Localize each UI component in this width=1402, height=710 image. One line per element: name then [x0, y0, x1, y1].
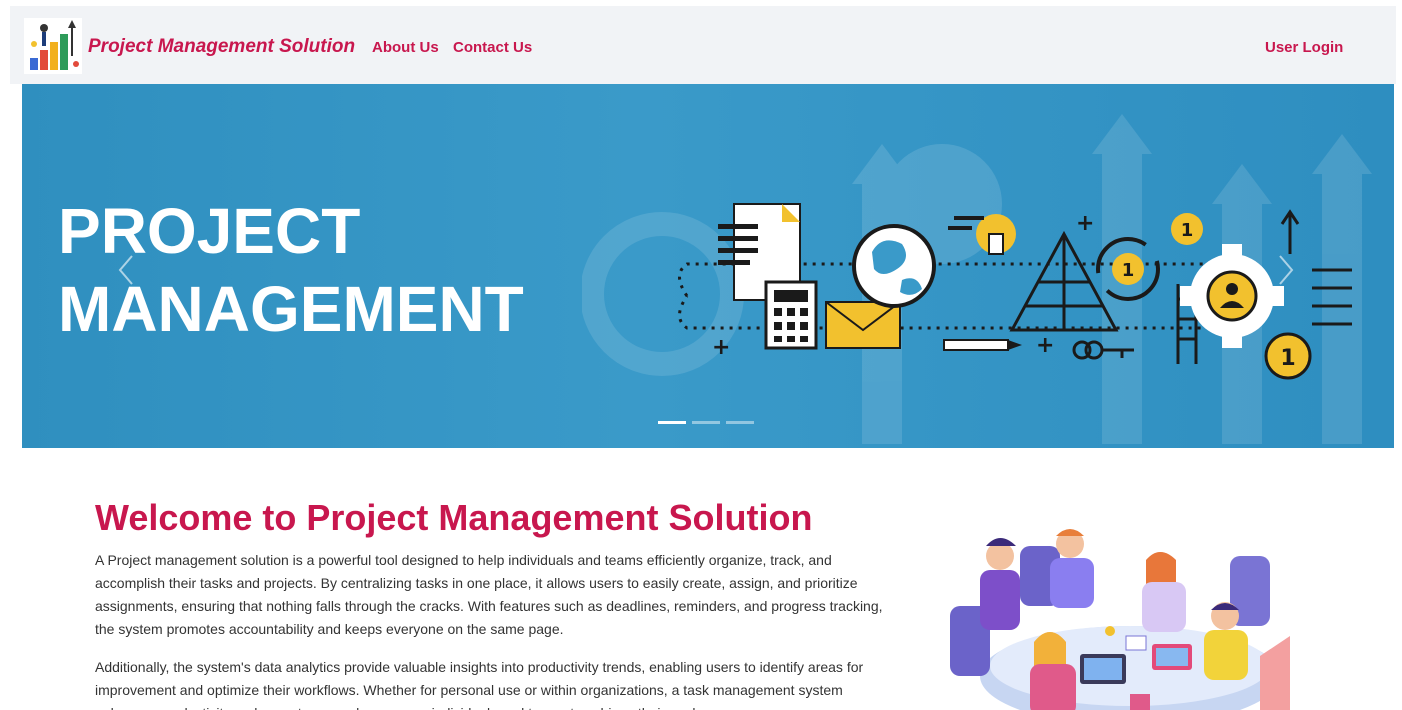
welcome-title: Welcome to Project Management Solution [95, 497, 813, 538]
svg-text:+: + [1076, 211, 1094, 236]
carousel-indicator-1[interactable] [658, 421, 686, 424]
svg-text:+: + [1036, 333, 1054, 358]
svg-text:+: + [712, 335, 730, 360]
carousel-indicator-3[interactable] [726, 421, 754, 424]
carousel-indicator-2[interactable] [692, 421, 720, 424]
team-meeting-illustration [950, 529, 1290, 710]
welcome-paragraph-1: A Project management solution is a power… [95, 552, 883, 637]
envelope-icon [825, 301, 901, 349]
carousel-next-button[interactable] [1274, 252, 1298, 288]
brand-name[interactable]: Project Management Solution [88, 36, 355, 58]
pyramid-icon [1009, 230, 1119, 332]
chevron-left-icon [118, 255, 133, 285]
logo-icon[interactable] [22, 16, 84, 76]
svg-text:1: 1 [1122, 260, 1135, 281]
navbar: Project Management Solution About Us Con… [10, 6, 1396, 84]
carousel-indicators [658, 421, 754, 424]
carousel-prev-button[interactable] [114, 252, 138, 288]
user-login-link[interactable]: User Login [1265, 39, 1343, 56]
globe-icon [852, 224, 936, 308]
chevron-right-icon [1279, 255, 1294, 285]
nav-contact-us[interactable]: Contact Us [453, 39, 532, 56]
calculator-icon [764, 280, 818, 350]
nav-about-us[interactable]: About Us [372, 39, 439, 56]
hero-carousel: 1 1 1 + + + PROJECT MANAGEMENT [22, 84, 1394, 448]
svg-text:1: 1 [1181, 220, 1194, 241]
welcome-paragraph-2: Additionally, the system's data analytic… [95, 659, 864, 710]
page-frame: Project Management Solution About Us Con… [10, 6, 1396, 710]
hero-illustration: 1 1 1 + + + [582, 114, 1372, 444]
svg-text:1: 1 [1280, 346, 1295, 371]
